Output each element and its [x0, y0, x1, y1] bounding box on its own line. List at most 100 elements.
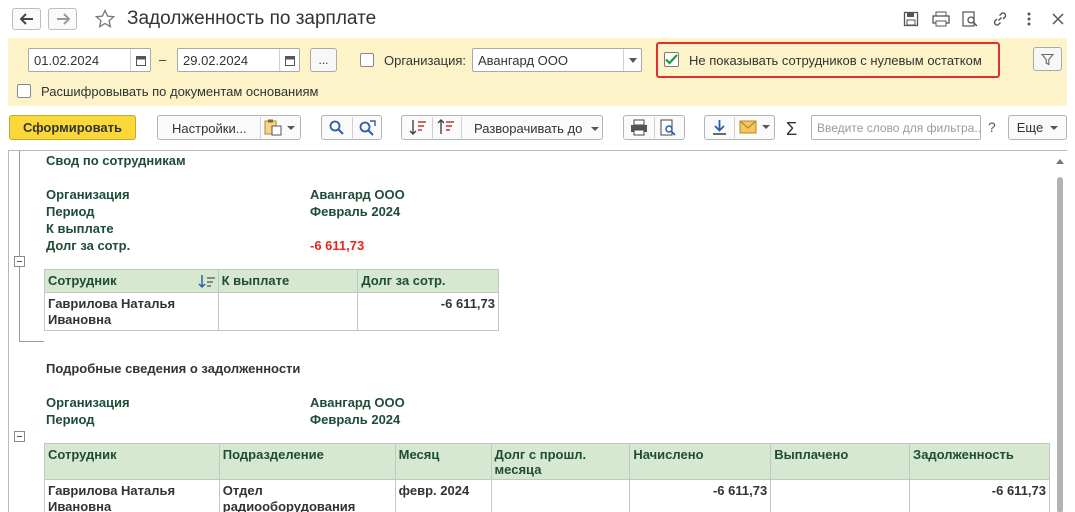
org-filter-checkbox[interactable] [360, 53, 374, 67]
close-icon[interactable] [1049, 10, 1067, 28]
forward-arrow-icon [56, 13, 70, 25]
cell-debt: -6 611,73 [357, 292, 499, 331]
more-vert-icon[interactable] [1020, 10, 1038, 28]
employee-name-line: Ивановна [48, 312, 112, 327]
expand-to-label: Разворачивать до [474, 121, 583, 136]
calendar-icon[interactable] [279, 49, 299, 71]
filter-icon [1041, 53, 1054, 65]
cell-to-pay [217, 292, 359, 331]
column-header-prev-debt[interactable]: Долг с прошл. месяца [490, 443, 631, 480]
print-icon[interactable] [630, 119, 648, 139]
department-line: Отдел [222, 483, 263, 498]
column-header-accrued[interactable]: Начислено [629, 443, 772, 480]
hide-zero-label: Не показывать сотрудников с нулевым оста… [689, 53, 982, 68]
calendar-icon[interactable] [130, 49, 150, 71]
organization-select[interactable]: Авангард ООО [472, 48, 642, 72]
date-range-dash: – [159, 52, 167, 67]
expand-group: Разворачивать до [401, 115, 603, 140]
generate-button[interactable]: Сформировать [9, 115, 136, 140]
parameters-panel: 01.02.2024 – 29.02.2024 ... Организация:… [8, 38, 1067, 106]
link-icon[interactable] [991, 10, 1009, 28]
column-header-debt[interactable]: Задолженность [909, 443, 1050, 480]
settings-button[interactable]: Настройки... [172, 121, 247, 136]
org-param-label: Организация [46, 395, 130, 410]
email-dropdown[interactable] [739, 120, 770, 134]
expand-to-button[interactable]: Разворачивать до [474, 121, 600, 136]
back-button[interactable] [12, 8, 41, 30]
checkmark-icon [665, 54, 678, 65]
cell-employee: Гаврилова Наталья Ивановна [44, 292, 219, 331]
sort-desc-icon[interactable] [437, 119, 455, 139]
decode-checkbox[interactable] [17, 84, 31, 98]
period-param-label: Период [46, 412, 95, 427]
debt-param-label: Долг за сотр. [46, 238, 131, 253]
column-header-employee[interactable]: Сотрудник [44, 443, 220, 480]
filter-button[interactable] [1033, 47, 1062, 71]
org-param-label: Организация [46, 187, 130, 202]
help-icon[interactable]: ? [988, 119, 996, 135]
download-icon[interactable] [711, 119, 728, 139]
find-icon[interactable] [328, 119, 345, 139]
department-line: радиооборудования [222, 499, 356, 512]
export-group [704, 115, 775, 140]
column-header-month[interactable]: Месяц [394, 443, 492, 480]
clipboard-icon [264, 119, 282, 136]
save-icon[interactable] [902, 10, 920, 28]
vertical-scrollbar[interactable] [1055, 155, 1065, 512]
table-header-row: Сотрудник К выплате Долг за сотр. [44, 269, 499, 293]
scrollbar-thumb[interactable] [1057, 177, 1063, 512]
column-header-paid[interactable]: Выплачено [770, 443, 911, 480]
cell-paid [770, 479, 911, 512]
period-select-button[interactable]: ... [310, 48, 337, 72]
org-param-value: Авангард ООО [310, 395, 405, 410]
decode-label: Расшифровывать по документам основаниям [41, 84, 319, 99]
star-icon[interactable] [95, 9, 115, 29]
back-arrow-icon [19, 13, 33, 25]
date-to-input[interactable]: 29.02.2024 [177, 48, 300, 72]
print-icon[interactable] [932, 10, 950, 28]
preview-icon[interactable] [961, 10, 979, 28]
column-header-employee[interactable]: Сотрудник [44, 269, 219, 293]
period-param-value: Февраль 2024 [310, 412, 401, 427]
collapse-group-icon[interactable] [14, 256, 25, 267]
more-button[interactable]: Еще [1008, 115, 1067, 140]
table-row[interactable]: Гаврилова Наталья Ивановна -6 611,73 [44, 292, 499, 331]
sum-icon[interactable]: Σ [786, 119, 797, 140]
title-bar: Задолженность по зарплате [0, 0, 1075, 38]
find-next-icon[interactable] [358, 119, 376, 139]
cell-prev-debt [490, 479, 631, 512]
column-header-department[interactable]: Подразделение [218, 443, 396, 480]
collapse-group-icon[interactable] [14, 431, 25, 442]
filter-search-input[interactable]: Введите слово для фильтра... [811, 115, 981, 140]
variants-dropdown[interactable] [264, 119, 295, 136]
summary-table: Сотрудник К выплате Долг за сотр. Гаврил… [44, 269, 499, 331]
forward-button[interactable] [48, 8, 77, 30]
debt-param-value: -6 611,73 [310, 238, 365, 253]
cell-month: февр. 2024 [394, 479, 492, 512]
date-from-input[interactable]: 01.02.2024 [28, 48, 151, 72]
employee-name-line: Гаврилова Наталья [48, 296, 176, 311]
page-title: Задолженность по зарплате [127, 8, 377, 29]
details-section-title: Подробные сведения о задолженности [46, 361, 301, 376]
employee-name-line: Гаврилова Наталья [48, 483, 176, 498]
org-label: Организация: [384, 53, 467, 68]
date-from-value: 01.02.2024 [34, 53, 100, 68]
hide-zero-checkbox[interactable] [664, 52, 679, 67]
table-header-row: Сотрудник Подразделение Месяц Долг с про… [44, 443, 1050, 480]
scroll-up-icon[interactable] [1056, 159, 1064, 164]
sort-asc-icon[interactable] [409, 119, 427, 139]
print-group [623, 115, 685, 140]
cell-accrued: -6 611,73 [629, 479, 772, 512]
column-header-to-pay[interactable]: К выплате [217, 269, 359, 293]
period-param-label: Период [46, 204, 95, 219]
chevron-down-icon[interactable] [623, 49, 641, 71]
table-row[interactable]: Гаврилова Наталья Ивановна Отдел радиооб… [44, 479, 1050, 512]
settings-group: Настройки... [157, 115, 301, 140]
group-line [19, 341, 44, 342]
period-param-value: Февраль 2024 [310, 204, 401, 219]
column-header-debt[interactable]: Долг за сотр. [357, 269, 499, 293]
print-preview-icon[interactable] [660, 119, 677, 139]
cell-employee: Гаврилова Наталья Ивановна [44, 479, 220, 512]
summary-section-title: Свод по сотрудникам [46, 153, 186, 168]
report-area[interactable]: Свод по сотрудникам Организация Авангард… [8, 150, 1067, 512]
